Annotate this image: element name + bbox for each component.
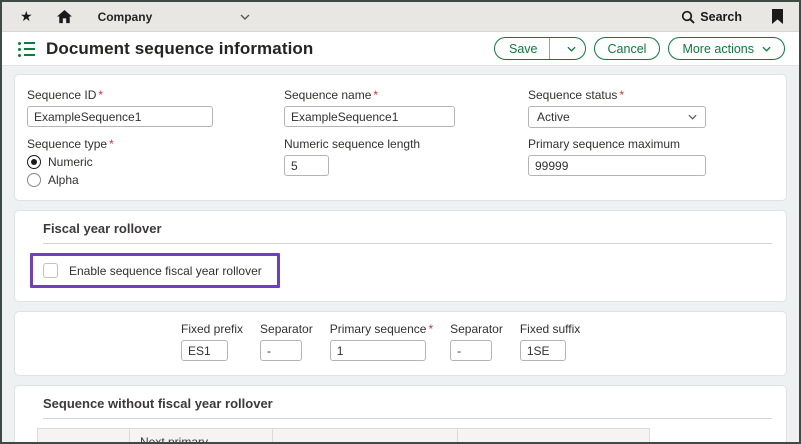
page-content: Sequence ID* Sequence name* Sequence sta…: [2, 66, 799, 444]
sequence-name-input[interactable]: [284, 106, 455, 127]
sequence-name-label: Sequence name*: [284, 88, 528, 102]
radio-label: Alpha: [48, 173, 79, 187]
top-navigation-bar: ★ Company Search: [2, 2, 799, 32]
separator-label: Separator: [260, 322, 313, 336]
column-header-next-unused-sequence: Next unused sequence: [273, 429, 458, 444]
search-label: Search: [700, 10, 742, 24]
chevron-down-icon: [688, 114, 697, 120]
highlight-outline: Enable sequence fiscal year rollover: [30, 253, 280, 288]
sequence-without-rollover-title: Sequence without fiscal year rollover: [27, 396, 774, 411]
page-header: Document sequence information Save Cance…: [2, 32, 799, 66]
sequence-name-field: Sequence name*: [284, 88, 528, 128]
column-header-next-primary-sequence: Next primary sequence*: [130, 429, 273, 444]
primary-sequence-input[interactable]: [330, 340, 426, 361]
sequence-type-option-numeric[interactable]: Numeric: [27, 155, 284, 169]
save-split-button: Save: [494, 37, 586, 60]
section-divider: [43, 418, 772, 419]
save-dropdown-button[interactable]: [550, 38, 585, 59]
primary-sequence-maximum-field: Primary sequence maximum: [528, 137, 774, 187]
primary-sequence-label: Primary sequence*: [330, 322, 433, 336]
list-icon: [18, 42, 35, 57]
sequence-status-label: Sequence status*: [528, 88, 774, 102]
sequence-id-input[interactable]: [27, 106, 213, 127]
separator-field: Separator: [260, 322, 313, 361]
fixed-prefix-label: Fixed prefix: [181, 322, 243, 336]
numeric-sequence-length-input[interactable]: [284, 155, 329, 176]
separator-field: Separator: [450, 322, 503, 361]
sequence-type-field: Sequence type* Numeric Alpha: [27, 137, 284, 187]
home-icon[interactable]: [57, 10, 72, 24]
required-marker: *: [98, 88, 103, 102]
fiscal-year-rollover-card: Fiscal year rollover Enable sequence fis…: [14, 210, 787, 302]
sequence-details-card: Sequence ID* Sequence name* Sequence sta…: [14, 74, 787, 201]
page-title: Document sequence information: [46, 39, 313, 59]
more-actions-button[interactable]: More actions: [668, 37, 785, 60]
sequence-type-label: Sequence type*: [27, 137, 284, 151]
primary-sequence-field: Primary sequence*: [330, 322, 433, 361]
required-marker: *: [109, 137, 114, 151]
favorite-star-icon[interactable]: ★: [20, 8, 33, 25]
fixed-prefix-field: Fixed prefix: [181, 322, 243, 361]
sequence-format-card: Fixed prefix Separator Primary sequence*…: [14, 311, 787, 376]
save-button[interactable]: Save: [495, 38, 549, 59]
table-header-row: Fiscal year Next primary sequence* Next …: [38, 429, 650, 444]
enable-rollover-checkbox[interactable]: [43, 263, 58, 278]
radio-unselected-icon: [27, 173, 41, 187]
column-header-fiscal-year: Fiscal year: [38, 429, 130, 444]
fixed-suffix-input[interactable]: [520, 340, 566, 361]
radio-selected-icon: [27, 155, 41, 169]
sequence-status-value: Active: [537, 110, 570, 124]
required-marker: *: [373, 88, 378, 102]
fixed-suffix-label: Fixed suffix: [520, 322, 580, 336]
search-button[interactable]: Search: [681, 10, 742, 24]
sequence-id-label: Sequence ID*: [27, 88, 284, 102]
section-divider: [43, 243, 772, 244]
sequence-id-field: Sequence ID*: [27, 88, 284, 128]
chevron-down-icon: [762, 46, 771, 52]
sequence-status-field: Sequence status* Active: [528, 88, 774, 128]
company-selector[interactable]: Company: [98, 2, 250, 31]
chevron-down-icon: [240, 14, 250, 20]
search-icon: [681, 10, 695, 24]
separator-input[interactable]: [450, 340, 492, 361]
radio-label: Numeric: [48, 155, 93, 169]
sequence-type-option-alpha[interactable]: Alpha: [27, 173, 284, 187]
fiscal-year-rollover-title: Fiscal year rollover: [27, 221, 774, 236]
more-actions-label: More actions: [682, 42, 754, 56]
enable-rollover-label: Enable sequence fiscal year rollover: [69, 264, 262, 278]
primary-sequence-maximum-input[interactable]: [528, 155, 706, 176]
column-header-sequence-maximum: Sequence maximum: [458, 429, 650, 444]
sequence-status-select[interactable]: Active: [528, 106, 706, 128]
cancel-button[interactable]: Cancel: [594, 37, 661, 60]
chevron-down-icon: [567, 46, 576, 52]
header-actions: Save Cancel More actions: [494, 37, 785, 60]
separator-input[interactable]: [260, 340, 302, 361]
required-marker: *: [619, 88, 624, 102]
document-sequence-page: ★ Company Search Document sequence inf: [0, 0, 801, 444]
required-marker: *: [428, 322, 433, 336]
primary-sequence-maximum-label: Primary sequence maximum: [528, 137, 774, 151]
sequence-table: Fiscal year Next primary sequence* Next …: [37, 428, 650, 444]
sequence-without-rollover-card: Sequence without fiscal year rollover Fi…: [14, 385, 787, 444]
fixed-suffix-field: Fixed suffix: [520, 322, 580, 361]
numeric-sequence-length-label: Numeric sequence length: [284, 137, 528, 151]
numeric-sequence-length-field: Numeric sequence length: [284, 137, 528, 187]
separator-label: Separator: [450, 322, 503, 336]
bookmark-icon[interactable]: [772, 9, 783, 24]
fixed-prefix-input[interactable]: [181, 340, 228, 361]
company-selector-label: Company: [98, 10, 153, 24]
